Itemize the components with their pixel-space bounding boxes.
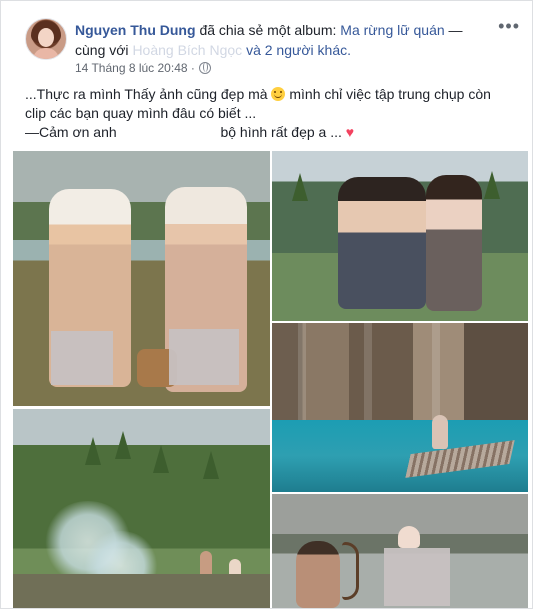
blurred-tagged-user: Hoàng Bích Ngọc xyxy=(132,42,243,58)
post-headline: Nguyen Thu Dung đã chia sẻ một album: Ma… xyxy=(75,20,495,60)
caption-line-3-suffix: bộ hình rất đẹp a ... xyxy=(220,124,342,140)
more-icon[interactable]: ••• xyxy=(498,17,520,35)
caption-line-1-prefix: ...Thực ra mình Thấy ảnh cũng đẹp mà xyxy=(25,86,268,102)
censor-box-left xyxy=(51,331,113,385)
caption-line-3: —Cảm ơn anh bộ hình rất đẹp a ... ♥ xyxy=(25,123,495,142)
album-photo-1[interactable] xyxy=(13,151,270,406)
caption-line-1: ...Thực ra mình Thấy ảnh cũng đẹp mà mìn… xyxy=(25,85,495,104)
avatar-body xyxy=(33,48,59,59)
album-link[interactable]: Ma rừng lữ quán xyxy=(340,22,444,38)
post-meta: 14 Tháng 8 lúc 20:48 · xyxy=(75,61,211,75)
facebook-post: Nguyen Thu Dung đã chia sẻ một album: Ma… xyxy=(0,0,533,609)
man-figure xyxy=(296,541,340,608)
woman-figure xyxy=(398,526,420,548)
pine-tree xyxy=(85,437,101,465)
censor-box xyxy=(384,548,450,606)
cliff-stripe xyxy=(364,323,372,423)
caption-line-1-suffix: mình chỉ việc tập trung chụp còn xyxy=(289,86,491,102)
share-action: đã chia sẻ một album: xyxy=(199,22,337,38)
couple xyxy=(432,415,448,449)
post-caption: ...Thực ra mình Thấy ảnh cũng đẹp mà mìn… xyxy=(25,85,495,142)
globe-icon xyxy=(198,62,211,74)
caption-line-2: clip các bạn quay mình đâu có biết ... xyxy=(25,105,257,121)
grass-ground xyxy=(13,574,270,608)
background-tree xyxy=(292,173,308,201)
tagged-others-link[interactable]: và 2 người khác. xyxy=(246,42,351,58)
background-tree xyxy=(484,171,500,199)
smile-emoji xyxy=(271,87,286,101)
bow xyxy=(342,542,359,600)
with-prefix: với xyxy=(109,42,129,58)
avatar-face xyxy=(38,28,54,47)
pine-tree xyxy=(153,445,169,473)
cliff-stripe xyxy=(298,323,306,423)
author-name[interactable]: Nguyen Thu Dung xyxy=(75,22,196,38)
album-photo-4[interactable] xyxy=(13,409,270,608)
pine-tree xyxy=(115,431,131,459)
author-avatar[interactable] xyxy=(25,18,67,60)
pine-tree xyxy=(203,451,219,479)
album-photo-5[interactable] xyxy=(272,494,528,608)
censor-box-right xyxy=(169,329,239,385)
girl-left xyxy=(338,177,426,309)
post-time[interactable]: 14 Tháng 8 lúc 20:48 · xyxy=(75,61,195,75)
album-photo-3[interactable] xyxy=(272,323,528,492)
heart-icon: ♥ xyxy=(345,124,355,140)
cliff-stripe xyxy=(432,323,440,423)
album-photo-2[interactable] xyxy=(272,151,528,321)
caption-line-3-prefix: —Cảm ơn anh xyxy=(25,124,117,140)
girl-right xyxy=(426,175,482,311)
